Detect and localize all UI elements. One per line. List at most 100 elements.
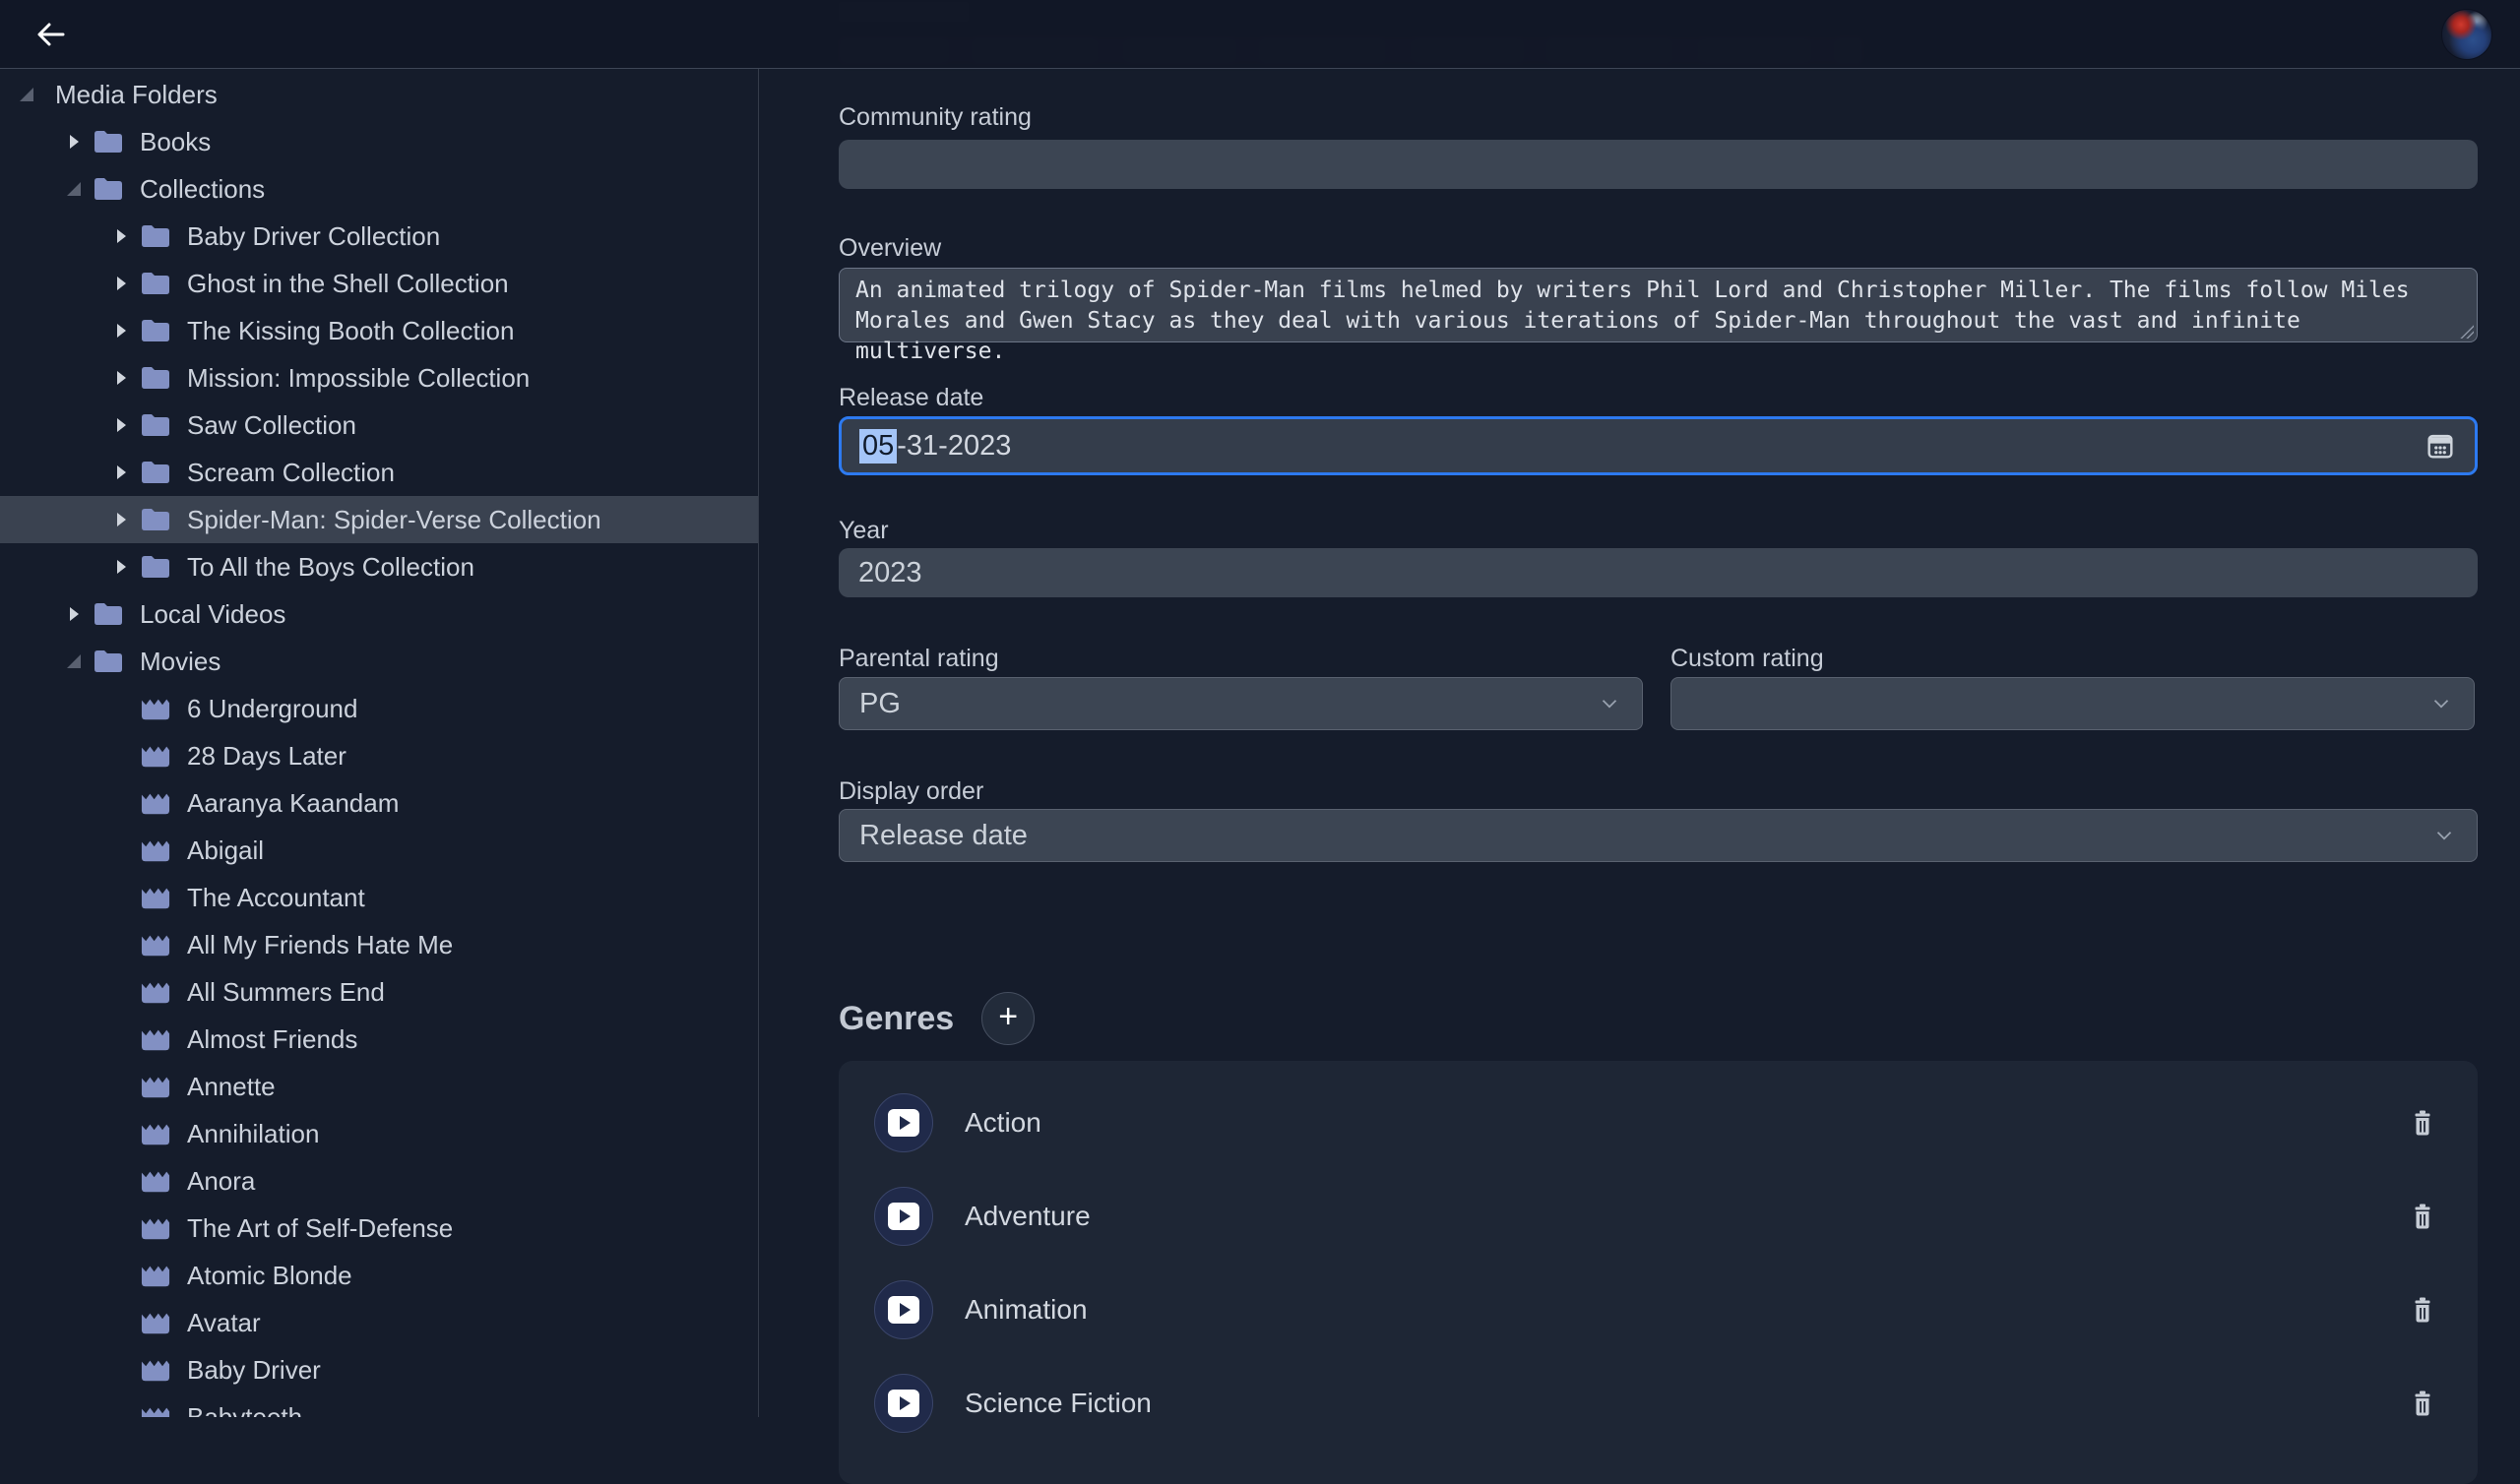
movie-icon <box>140 1073 171 1100</box>
expand-arrow-icon[interactable] <box>57 607 91 621</box>
tree-item-label: Aaranya Kaandam <box>187 788 399 819</box>
genre-row-science-fiction[interactable]: Science Fiction <box>839 1356 2478 1450</box>
tree-item-collections[interactable]: Collections <box>0 165 758 213</box>
tree-item-the-kissing-booth-collection[interactable]: The Kissing Booth Collection <box>0 307 758 354</box>
tree-item-abigail[interactable]: Abigail <box>0 827 758 874</box>
tree-item-label: 6 Underground <box>187 694 357 724</box>
genre-row-animation[interactable]: Animation <box>839 1263 2478 1356</box>
custom-rating-select[interactable] <box>1670 677 2475 730</box>
chevron-down-icon <box>1597 691 1622 716</box>
parental-rating-value: PG <box>859 688 901 720</box>
tree-item-baby-driver-collection[interactable]: Baby Driver Collection <box>0 213 758 260</box>
triangle-glyph <box>117 324 126 338</box>
triangle-glyph <box>117 229 126 243</box>
movie-icon <box>140 789 171 817</box>
movie-icon <box>140 836 171 864</box>
tree-item-aaranya-kaandam[interactable]: Aaranya Kaandam <box>0 779 758 827</box>
add-genre-button[interactable]: + <box>981 992 1035 1045</box>
tree-item-label: Ghost in the Shell Collection <box>187 269 509 299</box>
triangle-glyph <box>67 654 81 668</box>
movie-icon <box>140 742 171 770</box>
delete-genre-button[interactable] <box>2411 1109 2434 1137</box>
movie-icon <box>140 1120 171 1147</box>
app-header <box>0 0 2520 69</box>
expand-arrow-icon[interactable] <box>104 324 138 338</box>
resize-grip[interactable] <box>2460 325 2474 339</box>
triangle-glyph <box>117 513 126 526</box>
tree-item-28-days-later[interactable]: 28 Days Later <box>0 732 758 779</box>
display-order-value: Release date <box>859 820 1028 852</box>
tree-item-scream-collection[interactable]: Scream Collection <box>0 449 758 496</box>
tree-item-label: Atomic Blonde <box>187 1261 352 1291</box>
back-button[interactable] <box>28 11 75 58</box>
parental-rating-label: Parental rating <box>839 645 999 673</box>
collapse-arrow-icon[interactable] <box>57 182 91 196</box>
overview-textarea[interactable]: An animated trilogy of Spider-Man films … <box>839 268 2478 342</box>
expand-arrow-icon[interactable] <box>104 465 138 479</box>
expand-arrow-icon[interactable] <box>104 513 138 526</box>
tree-item-annette[interactable]: Annette <box>0 1063 758 1110</box>
genres-header: Genres + <box>839 992 1035 1045</box>
triangle-glyph <box>117 560 126 574</box>
tree-item-all-summers-end[interactable]: All Summers End <box>0 968 758 1016</box>
tree-item-saw-collection[interactable]: Saw Collection <box>0 402 758 449</box>
folder-icon <box>140 506 171 533</box>
collapse-arrow-icon[interactable] <box>10 88 43 101</box>
tree-item-the-art-of-self-defense[interactable]: The Art of Self-Defense <box>0 1205 758 1252</box>
user-avatar[interactable] <box>2441 9 2492 60</box>
delete-genre-button[interactable] <box>2411 1203 2434 1230</box>
tree-item-spider-man-spider-verse-collection[interactable]: Spider-Man: Spider-Verse Collection <box>0 496 758 543</box>
year-input[interactable]: 2023 <box>839 548 2478 597</box>
expand-arrow-icon[interactable] <box>104 229 138 243</box>
release-date-input[interactable]: 05-31-2023 <box>839 416 2478 475</box>
tree-item-local-videos[interactable]: Local Videos <box>0 590 758 638</box>
tree-item-avatar[interactable]: Avatar <box>0 1299 758 1346</box>
genre-row-action[interactable]: Action <box>839 1076 2478 1169</box>
folder-icon <box>93 600 124 628</box>
genre-name: Animation <box>965 1294 1088 1326</box>
movie-icon <box>140 1025 171 1053</box>
movie-icon <box>140 1403 171 1417</box>
movie-icon <box>140 931 171 958</box>
tree-item-books[interactable]: Books <box>0 118 758 165</box>
expand-arrow-icon[interactable] <box>104 371 138 385</box>
community-rating-input[interactable] <box>839 140 2478 189</box>
tree-item-label: Annette <box>187 1072 276 1102</box>
movie-icon <box>140 1214 171 1242</box>
delete-genre-button[interactable] <box>2411 1296 2434 1324</box>
calendar-icon[interactable] <box>2424 429 2457 463</box>
tree-item-label: Baby Driver Collection <box>187 221 440 252</box>
tree-item-baby-driver[interactable]: Baby Driver <box>0 1346 758 1393</box>
tree-item-label: Saw Collection <box>187 410 356 441</box>
tree-item-ghost-in-the-shell-collection[interactable]: Ghost in the Shell Collection <box>0 260 758 307</box>
expand-arrow-icon[interactable] <box>104 418 138 432</box>
tree-item-6-underground[interactable]: 6 Underground <box>0 685 758 732</box>
tree-item-mission-impossible-collection[interactable]: Mission: Impossible Collection <box>0 354 758 402</box>
expand-arrow-icon[interactable] <box>104 560 138 574</box>
tree-item-media-folders[interactable]: Media Folders <box>0 71 758 118</box>
genre-row-adventure[interactable]: Adventure <box>839 1169 2478 1263</box>
movie-icon <box>140 695 171 722</box>
tree-item-label: The Accountant <box>187 883 365 913</box>
collapse-arrow-icon[interactable] <box>57 654 91 668</box>
expand-arrow-icon[interactable] <box>104 277 138 290</box>
tree-item-babyteeth[interactable]: Babyteeth <box>0 1393 758 1417</box>
tree-item-atomic-blonde[interactable]: Atomic Blonde <box>0 1252 758 1299</box>
display-order-select[interactable]: Release date <box>839 809 2478 862</box>
movie-icon <box>140 1356 171 1384</box>
tree-item-the-accountant[interactable]: The Accountant <box>0 874 758 921</box>
tree-item-label: Spider-Man: Spider-Verse Collection <box>187 505 601 535</box>
tree-item-movies[interactable]: Movies <box>0 638 758 685</box>
triangle-glyph <box>117 371 126 385</box>
tree-item-to-all-the-boys-collection[interactable]: To All the Boys Collection <box>0 543 758 590</box>
expand-arrow-icon[interactable] <box>57 135 91 149</box>
tree-item-almost-friends[interactable]: Almost Friends <box>0 1016 758 1063</box>
tree-item-all-my-friends-hate-me[interactable]: All My Friends Hate Me <box>0 921 758 968</box>
tree-item-annihilation[interactable]: Annihilation <box>0 1110 758 1157</box>
parental-rating-select[interactable]: PG <box>839 677 1643 730</box>
tree-item-anora[interactable]: Anora <box>0 1157 758 1205</box>
folder-icon <box>140 222 171 250</box>
delete-genre-button[interactable] <box>2411 1390 2434 1417</box>
metadata-editor: Community rating Overview An animated tr… <box>759 0 2520 1417</box>
movie-play-icon <box>888 1296 919 1324</box>
